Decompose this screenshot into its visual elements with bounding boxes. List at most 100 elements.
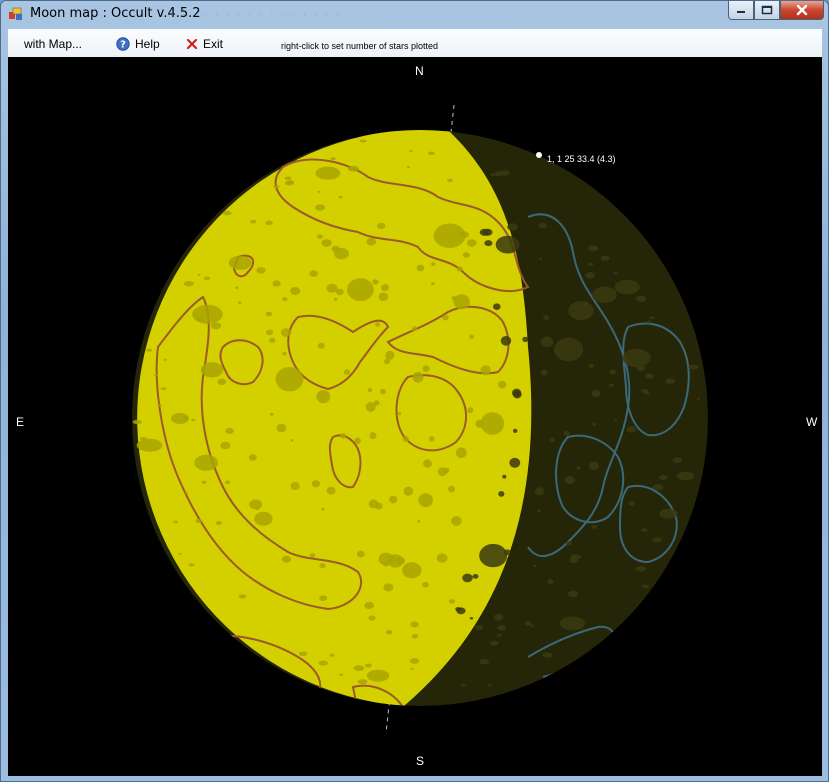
crater: [588, 262, 594, 266]
crater: [512, 388, 522, 398]
crater: [210, 322, 222, 330]
crater: [183, 416, 188, 419]
crater: [222, 211, 232, 216]
crater: [592, 422, 597, 426]
crater: [366, 669, 390, 682]
title-bar[interactable]: Moon map : Occult v.4.5.2 · · · · · · · …: [1, 1, 828, 27]
crater: [282, 351, 287, 356]
crater: [455, 447, 467, 459]
crater: [338, 673, 344, 676]
crater: [543, 315, 550, 321]
crater: [559, 616, 586, 631]
crater: [513, 428, 518, 433]
crater: [319, 563, 326, 569]
crater: [497, 633, 502, 637]
menu-help[interactable]: ? Help: [116, 35, 160, 52]
crater: [132, 419, 143, 425]
crater: [484, 240, 493, 247]
close-button[interactable]: [780, 1, 824, 20]
crater: [659, 508, 678, 519]
crater: [480, 365, 491, 376]
crater: [417, 520, 421, 523]
crater: [493, 303, 501, 310]
crater: [353, 665, 365, 672]
crater: [330, 157, 336, 161]
crater: [466, 239, 477, 247]
crater: [591, 524, 598, 529]
moon-map-canvas[interactable]: N S E W 1, 1 25 33.4 (4.3): [8, 57, 822, 776]
crater: [585, 272, 596, 279]
app-window: Moon map : Occult v.4.5.2 · · · · · · · …: [0, 0, 829, 782]
crater: [540, 336, 554, 348]
crater: [613, 271, 618, 275]
crater: [224, 480, 231, 485]
crater: [201, 480, 207, 484]
crater: [499, 170, 510, 176]
crater: [469, 334, 475, 340]
crater: [317, 342, 325, 349]
crater: [591, 390, 601, 397]
crater: [500, 336, 512, 346]
crater: [298, 651, 308, 657]
crater: [609, 383, 614, 388]
crater: [539, 257, 543, 260]
crater: [343, 369, 351, 376]
help-circle-icon: ?: [116, 36, 130, 51]
crater: [534, 487, 545, 496]
crater: [641, 528, 648, 532]
crater: [423, 459, 432, 468]
moon-map-svg[interactable]: [8, 57, 822, 776]
crater: [442, 314, 449, 321]
crater: [290, 287, 301, 295]
crater: [409, 658, 420, 664]
maximize-icon: [761, 5, 773, 15]
crater: [191, 418, 196, 422]
crater: [194, 454, 219, 471]
crater: [284, 176, 292, 180]
crater: [537, 509, 541, 513]
crater: [588, 245, 599, 252]
crater: [406, 166, 411, 168]
crater: [321, 507, 325, 511]
crater: [200, 362, 224, 378]
crater: [472, 574, 479, 579]
crater: [641, 388, 649, 394]
crater: [592, 286, 617, 303]
crater: [369, 432, 377, 440]
crater: [444, 467, 450, 473]
crater: [290, 482, 300, 491]
crater: [270, 412, 274, 416]
crater: [567, 590, 579, 598]
menu-exit[interactable]: Exit: [186, 35, 223, 52]
crater: [456, 607, 466, 615]
compass-west: W: [806, 415, 818, 429]
crater: [600, 255, 610, 261]
crater: [412, 326, 418, 331]
crater: [335, 288, 344, 296]
crater: [338, 195, 343, 199]
crater: [157, 404, 162, 407]
crater: [364, 663, 372, 668]
minimize-button[interactable]: [728, 1, 754, 20]
crater: [329, 653, 336, 657]
maximize-button[interactable]: [754, 1, 780, 20]
crater: [334, 247, 349, 260]
crater: [646, 320, 652, 324]
crater: [538, 223, 547, 229]
crater: [250, 219, 257, 224]
crater: [588, 461, 600, 470]
crater: [497, 625, 506, 631]
crater: [368, 499, 379, 509]
hint-text: right-click to set number of stars plott…: [281, 41, 439, 51]
menu-with-map[interactable]: with Map...: [24, 35, 82, 52]
star-marker[interactable]: [536, 152, 542, 158]
crater: [326, 486, 336, 495]
crater: [490, 640, 499, 646]
crater: [364, 601, 375, 610]
crater: [359, 139, 367, 143]
crater: [410, 621, 419, 628]
crater: [475, 419, 484, 428]
crater: [386, 630, 393, 635]
crater: [275, 367, 304, 392]
crater: [228, 255, 252, 270]
